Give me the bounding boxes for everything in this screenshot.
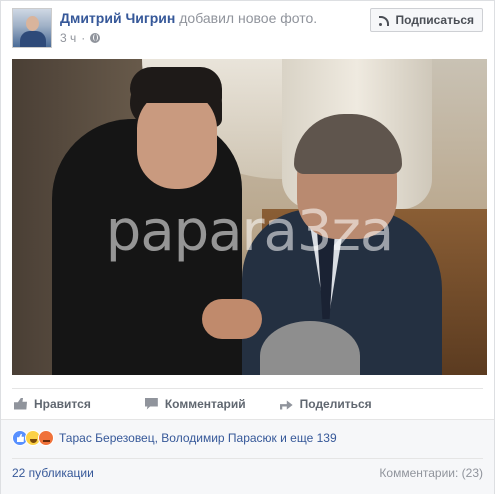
post-counts: 22 публикации Комментарии: (23) <box>12 466 483 480</box>
post-card: Дмитрий Чигрин добавил новое фото. 3 ч ·… <box>0 0 495 494</box>
post-actions: Нравится Комментарий Поделиться <box>12 388 483 418</box>
avatar-body <box>20 31 46 47</box>
post-photo[interactable]: papara3za <box>12 59 487 375</box>
thumbs-up-icon <box>14 397 27 410</box>
share-icon <box>279 400 293 410</box>
post-timestamp[interactable]: 3 ч <box>60 31 76 45</box>
rss-icon <box>378 15 390 26</box>
post-header: Дмитрий Чигрин добавил новое фото. 3 ч ·… <box>12 8 483 50</box>
reactions-text[interactable]: Тарас Березовец, Володимир Парасюк и еще… <box>59 431 337 445</box>
subscribe-label: Подписаться <box>395 13 474 27</box>
angry-icon[interactable] <box>38 430 54 446</box>
like-button[interactable]: Нравится <box>14 397 91 411</box>
like-label: Нравится <box>34 396 91 411</box>
post-action-text: добавил новое фото. <box>179 10 318 26</box>
photo-hair-left-fringe <box>130 67 222 103</box>
globe-icon[interactable] <box>90 33 101 43</box>
subscribe-button[interactable]: Подписаться <box>369 8 483 32</box>
post-title-line: Дмитрий Чигрин добавил новое фото. <box>60 10 317 26</box>
comment-button[interactable]: Комментарий <box>144 396 246 411</box>
reactions-section: Тарас Березовец, Володимир Парасюк и еще… <box>1 419 494 494</box>
share-label: Поделиться <box>299 396 372 411</box>
comment-icon <box>144 397 158 410</box>
photo-head-left <box>137 89 217 189</box>
reactions-summary[interactable]: Тарас Березовец, Володимир Парасюк и еще… <box>12 430 337 446</box>
comments-count[interactable]: Комментарии: (23) <box>379 466 483 480</box>
post-meta: 3 ч · <box>60 31 101 45</box>
share-button[interactable]: Поделиться <box>279 396 372 411</box>
shares-count[interactable]: 22 публикации <box>12 466 94 480</box>
photo-handshake <box>202 299 262 339</box>
photo-watermark: papara3za <box>105 199 394 264</box>
author-avatar[interactable] <box>12 8 52 48</box>
comment-label: Комментарий <box>164 396 246 411</box>
author-name-link[interactable]: Дмитрий Чигрин <box>60 10 175 26</box>
divider <box>12 458 483 459</box>
avatar-head <box>26 16 39 31</box>
